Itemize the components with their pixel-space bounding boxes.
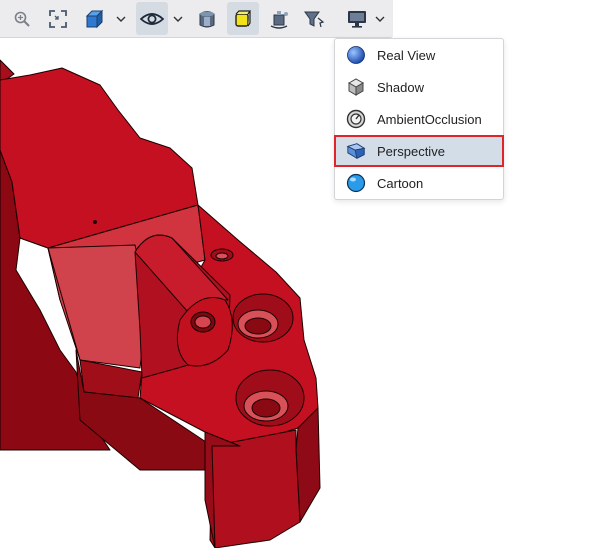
chevron-down-icon[interactable] <box>114 2 128 35</box>
filter-icon[interactable] <box>298 2 330 35</box>
menu-item-ambient-occlusion[interactable]: AmbientOcclusion <box>335 103 503 135</box>
sphere-icon <box>346 45 366 65</box>
view-toolbar <box>0 0 393 38</box>
menu-item-real-view[interactable]: Real View <box>335 39 503 71</box>
zoom-icon[interactable] <box>6 2 38 35</box>
red-cad-part <box>0 59 321 548</box>
menu-item-shadow[interactable]: Shadow <box>335 71 503 103</box>
menu-item-cartoon[interactable]: Cartoon <box>335 167 503 199</box>
menu-item-label: AmbientOcclusion <box>377 111 482 127</box>
menu-item-label: Shadow <box>377 79 424 95</box>
perspective-icon <box>346 141 366 161</box>
3d-viewport[interactable] <box>0 0 604 548</box>
chevron-down-icon[interactable] <box>373 2 387 35</box>
menu-item-label: Perspective <box>377 143 445 159</box>
fit-view-icon[interactable] <box>42 2 74 35</box>
visibility-eye-icon[interactable] <box>136 2 168 35</box>
ambient-occlusion-icon <box>346 109 366 129</box>
menu-item-label: Real View <box>377 47 436 63</box>
section-cut-icon[interactable] <box>191 2 223 35</box>
display-monitor-icon[interactable] <box>341 2 373 35</box>
yellow-box-icon[interactable] <box>227 2 259 35</box>
menu-item-perspective[interactable]: Perspective <box>334 135 504 167</box>
cartoon-sphere-icon <box>346 173 366 193</box>
render-mode-menu: Real View Shadow AmbientOcclusion Perspe… <box>334 38 504 200</box>
chevron-down-icon[interactable] <box>171 2 185 35</box>
shaded-cube-icon <box>346 77 366 97</box>
view-cube-icon[interactable] <box>78 2 110 35</box>
menu-item-label: Cartoon <box>377 175 424 191</box>
explode-view-icon[interactable] <box>263 2 295 35</box>
